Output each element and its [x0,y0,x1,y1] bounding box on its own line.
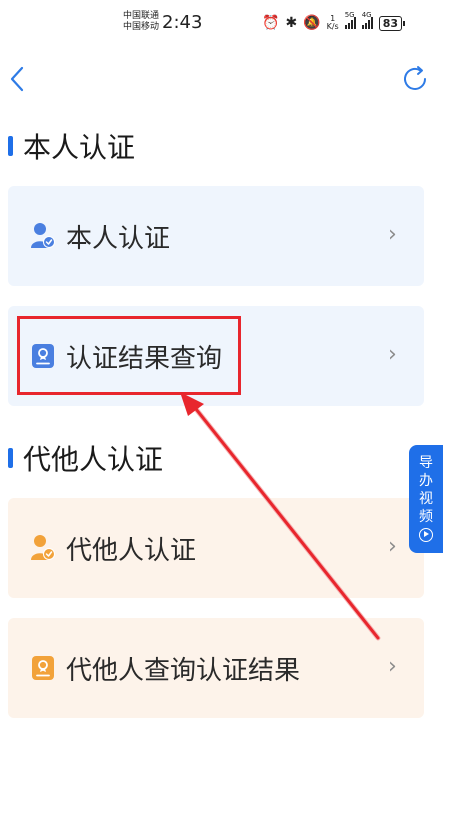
section-title-text: 代他人认证 [23,443,164,476]
carrier-1: 中国联通 [123,11,160,21]
person-verified-icon [31,223,55,248]
play-circle-icon [419,528,433,542]
section-title-proxy-auth: 代他人认证 [8,438,163,478]
guide-video-label: 导办视频 [419,455,433,525]
refresh-button[interactable] [400,64,430,94]
network-speed: 1 K/s [327,15,339,31]
card-proxy-auth[interactable]: 代他人认证 › [8,498,424,598]
section-title-self-auth: 本人认证 [8,126,135,166]
section-title-text: 本人认证 [23,131,136,164]
alarm-icon: ⏰ [262,15,280,31]
card-label: 代他人认证 [66,536,197,566]
battery-indicator: 83 [378,15,406,31]
chevron-left-icon [10,66,24,92]
mute-icon: 🔕 [303,15,321,31]
network-5g-label: 5G [344,11,355,19]
chevron-right-icon: › [388,654,397,679]
section-accent-bar [8,448,13,468]
card-label: 本人认证 [66,224,171,254]
guide-video-tab[interactable]: 导办视频 [409,445,443,553]
signal-5g-icon: 5G [344,11,356,29]
back-button[interactable] [6,64,30,94]
annotation-highlight-box [17,316,241,395]
card-label: 代他人查询认证结果 [66,656,301,686]
status-icons: ⏰ ✱ 🔕 1 K/s 5G 4G 83 [262,11,406,33]
card-self-auth[interactable]: 本人认证 › [8,186,424,286]
bluetooth-icon: ✱ [285,15,298,31]
signal-4g-icon: 4G [361,11,373,29]
section-accent-bar [8,136,13,156]
network-4g-label: 4G [361,11,372,19]
status-bar: 中国联通 中国移动 2:43 ⏰ ✱ 🔕 1 K/s 5G 4G 83 [0,0,458,48]
refresh-icon [404,66,426,90]
clock: 2:43 [162,12,203,33]
chevron-right-icon: › [388,342,397,367]
person-verified-icon [31,535,55,560]
certificate-icon [32,656,54,680]
chevron-right-icon: › [388,222,397,247]
carrier-2: 中国移动 [123,22,160,32]
card-proxy-auth-result-query[interactable]: 代他人查询认证结果 › [8,618,424,718]
chevron-right-icon: › [388,534,397,559]
speed-unit: K/s [326,22,339,31]
carrier-names: 中国联通 中国移动 [123,11,159,33]
